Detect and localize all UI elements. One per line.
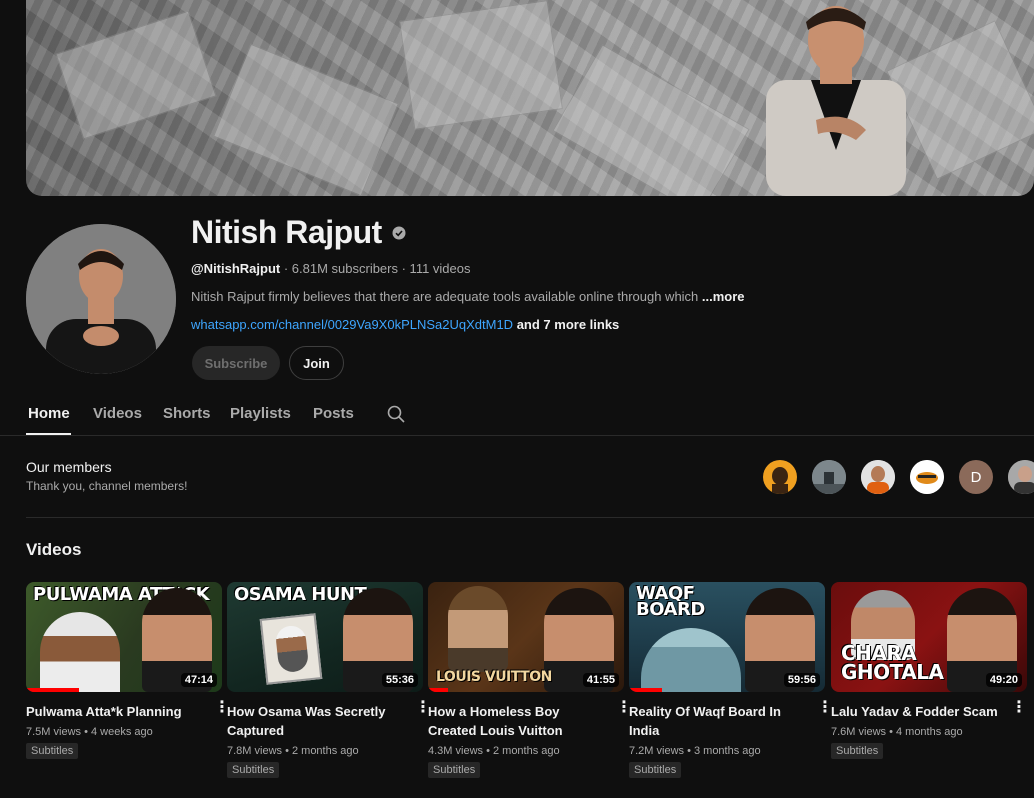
member-avatar-image xyxy=(861,460,895,494)
subtitles-badge: Subtitles xyxy=(26,743,79,759)
thumbnail-text: OSAMA HUNT xyxy=(234,584,367,605)
video-meta: 7.6M views • 4 months ago xyxy=(831,726,963,738)
video-duration: 49:20 xyxy=(985,673,1022,687)
thumbnail-mosque xyxy=(641,628,741,692)
thumbnail-figure xyxy=(448,586,508,672)
thumbnail-photo xyxy=(259,613,323,685)
video-title[interactable]: Reality Of Waqf Board In India xyxy=(629,702,807,740)
watch-progress-bar xyxy=(26,688,79,692)
description-more-link[interactable]: ...more xyxy=(702,289,745,304)
subscribe-button[interactable]: Subscribe xyxy=(192,346,280,380)
video-thumbnail[interactable]: WAQF BOARD 59:56 xyxy=(629,582,825,692)
video-thumbnail[interactable]: PULWAMA ATT*CK 47:14 xyxy=(26,582,222,692)
channel-description[interactable]: Nitish Rajput firmly believes that there… xyxy=(191,289,745,304)
verified-check-icon xyxy=(392,226,406,239)
videos-section-title: Videos xyxy=(26,540,82,559)
channel-avatar-image xyxy=(26,224,176,374)
video-title[interactable]: How Osama Was Secretly Captured xyxy=(227,702,405,740)
tab-videos[interactable]: Videos xyxy=(93,405,142,422)
video-thumbnail[interactable]: LOUIS VUITTON 41:55 xyxy=(428,582,624,692)
video-duration: 41:55 xyxy=(582,673,619,687)
channel-handle: @NitishRajput xyxy=(191,261,281,276)
search-icon[interactable] xyxy=(386,404,406,424)
video-title[interactable]: Lalu Yadav & Fodder Scam xyxy=(831,702,1009,721)
tab-shorts[interactable]: Shorts xyxy=(163,405,211,422)
section-divider xyxy=(26,517,1034,518)
thumbnail-text: WAQF BOARD xyxy=(636,583,705,621)
active-tab-indicator xyxy=(26,433,71,435)
video-card[interactable]: OSAMA HUNT 55:36 How Osama Was Secretly … xyxy=(227,582,431,778)
members-subtitle: Thank you, channel members! xyxy=(26,479,188,493)
video-meta: 7.8M views • 2 months ago xyxy=(227,745,359,757)
video-title[interactable]: Pulwama Atta*k Planning xyxy=(26,702,204,721)
tab-playlists[interactable]: Playlists xyxy=(230,405,291,422)
member-avatar-image xyxy=(772,467,788,494)
channel-avatar[interactable] xyxy=(26,224,176,374)
thumbnail-figure xyxy=(40,612,120,692)
video-meta: 4.3M views • 2 months ago xyxy=(428,745,560,757)
channel-banner xyxy=(26,0,1034,196)
video-duration: 55:36 xyxy=(381,673,418,687)
video-meta: 7.5M views • 4 weeks ago xyxy=(26,726,153,738)
video-card[interactable]: WAQF BOARD 59:56 Reality Of Waqf Board I… xyxy=(629,582,833,778)
video-card[interactable]: CHARA GHOTALA 49:20 Lalu Yadav & Fodder … xyxy=(831,582,1027,759)
video-title[interactable]: How a Homeless Boy Created Louis Vuitton xyxy=(428,702,606,740)
kebab-menu-icon[interactable]: ⋮ xyxy=(616,699,632,717)
channel-meta: @NitishRajput · 6.81M subscribers · 111 … xyxy=(191,261,471,276)
channel-links: whatsapp.com/channel/0029Va9X0kPLNSa2UqX… xyxy=(191,317,619,332)
video-thumbnail[interactable]: CHARA GHOTALA 49:20 xyxy=(831,582,1027,692)
subtitles-badge: Subtitles xyxy=(629,762,682,778)
member-avatar-image xyxy=(910,460,944,494)
video-card[interactable]: PULWAMA ATT*CK 47:14 Pulwama Atta*k Plan… xyxy=(26,582,230,759)
member-avatar-image xyxy=(812,460,846,494)
kebab-menu-icon[interactable]: ⋮ xyxy=(1011,699,1027,717)
subtitles-badge: Subtitles xyxy=(428,762,481,778)
member-avatar-letter[interactable]: D xyxy=(959,460,993,494)
video-thumbnail[interactable]: OSAMA HUNT 55:36 xyxy=(227,582,423,692)
thumbnail-text: LOUIS VUITTON xyxy=(436,669,552,685)
thumbnail-text: CHARA GHOTALA xyxy=(841,641,944,684)
video-duration: 47:14 xyxy=(180,673,217,687)
kebab-menu-icon[interactable]: ⋮ xyxy=(817,699,833,717)
member-avatar[interactable] xyxy=(812,460,846,494)
watch-progress-bar xyxy=(629,688,663,692)
tab-posts[interactable]: Posts xyxy=(313,405,354,422)
channel-name: Nitish Rajput xyxy=(191,214,406,251)
subtitles-badge: Subtitles xyxy=(227,762,280,778)
video-card[interactable]: LOUIS VUITTON 41:55 How a Homeless Boy C… xyxy=(428,582,632,778)
subtitles-badge: Subtitles xyxy=(831,743,884,759)
video-duration: 59:56 xyxy=(783,673,820,687)
join-button[interactable]: Join xyxy=(289,346,344,380)
tab-home[interactable]: Home xyxy=(28,405,70,422)
members-title: Our members xyxy=(26,459,112,475)
member-avatar[interactable] xyxy=(763,460,797,494)
channel-link-whatsapp[interactable]: whatsapp.com/channel/0029Va9X0kPLNSa2UqX… xyxy=(191,317,513,332)
channel-name-text: Nitish Rajput xyxy=(191,214,382,250)
member-avatar[interactable] xyxy=(1008,460,1034,494)
member-avatar-image xyxy=(1008,460,1034,494)
watch-progress-bar xyxy=(428,688,448,692)
channel-stats: · 6.81M subscribers · 111 videos xyxy=(280,261,471,276)
channel-tabs: Home Videos Shorts Playlists Posts xyxy=(0,396,1034,436)
banner-person-image xyxy=(766,6,906,196)
more-links-button[interactable]: and 7 more links xyxy=(513,317,620,332)
member-avatar[interactable] xyxy=(910,460,944,494)
kebab-menu-icon[interactable]: ⋮ xyxy=(415,699,431,717)
kebab-menu-icon[interactable]: ⋮ xyxy=(214,699,230,717)
video-meta: 7.2M views • 3 months ago xyxy=(629,745,761,757)
channel-description-text: Nitish Rajput firmly believes that there… xyxy=(191,289,702,304)
member-avatar[interactable] xyxy=(861,460,895,494)
